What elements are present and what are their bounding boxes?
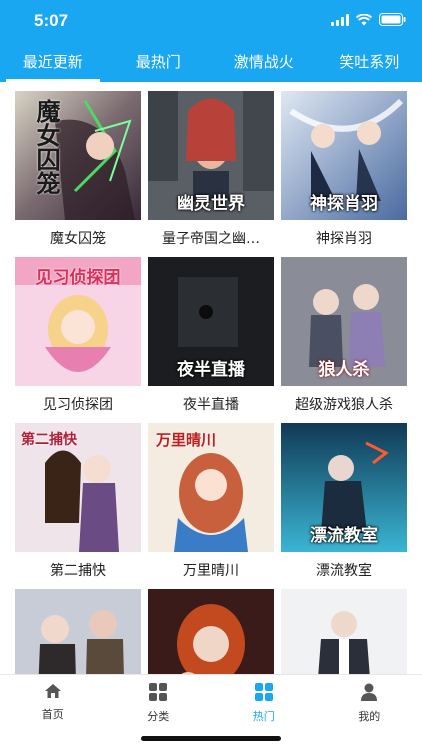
home-icon: [44, 683, 62, 699]
nav-mine[interactable]: 我的: [317, 675, 422, 751]
tab-latest[interactable]: 最近更新: [0, 44, 106, 82]
status-icons: [331, 13, 406, 26]
comic-title: 神探肖羽: [281, 228, 407, 248]
status-time: 5:07: [34, 11, 68, 31]
comic-title: 超级游戏狼人杀: [281, 394, 407, 414]
cover-text: 魔女囚笼: [29, 99, 64, 195]
cover-text: 幽灵世界: [152, 189, 270, 214]
comic-cover: [15, 589, 141, 674]
comic-cover: 幽灵世界: [148, 91, 274, 220]
cover-text: 夜半直播: [152, 355, 270, 380]
nav-home[interactable]: 首页: [0, 675, 106, 751]
comic-cover: 狼人杀: [281, 257, 407, 386]
grid-icon: [149, 683, 167, 701]
battery-icon: [379, 13, 406, 26]
nav-mine-label: 我的: [317, 708, 422, 724]
comic-card[interactable]: 第二捕快 第二捕快: [15, 423, 141, 580]
wifi-icon: [356, 14, 372, 26]
cover-text: 万里晴川: [156, 429, 216, 450]
comic-grid: 魔女囚笼 魔女囚笼 幽灵世界 量子帝国之幽… 神探肖羽 神探肖羽 见习侦探团 见…: [0, 82, 422, 674]
tab-comedy[interactable]: 笑吐系列: [317, 44, 422, 82]
cover-text: 漂流教室: [285, 521, 403, 546]
nav-hot-label: 热门: [211, 708, 317, 724]
comic-cover: 见习侦探团: [15, 257, 141, 386]
comic-card[interactable]: 幽灵世界 量子帝国之幽…: [148, 91, 274, 248]
comic-card[interactable]: 漂流教室 漂流教室: [281, 423, 407, 580]
comic-cover: [148, 589, 274, 674]
comic-card[interactable]: 夜半直播 夜半直播: [148, 257, 274, 414]
tab-hottest[interactable]: 最热门: [106, 44, 212, 82]
hot-grid-icon: [255, 683, 273, 701]
comic-title: 漂流教室: [281, 560, 407, 580]
comic-title: 第二捕快: [15, 560, 141, 580]
comic-cover: 魔女囚笼: [15, 91, 141, 220]
comic-card[interactable]: 见习侦探团 见习侦探团: [15, 257, 141, 414]
comic-card[interactable]: 神探肖羽 神探肖羽: [281, 91, 407, 248]
comic-title: 量子帝国之幽…: [148, 228, 274, 248]
comic-card[interactable]: 狼人杀 超级游戏狼人杀: [281, 257, 407, 414]
comic-cover: 第二捕快: [15, 423, 141, 552]
category-tabs: 最近更新 最热门 激情战火 笑吐系列: [0, 44, 422, 82]
comic-title: 万里晴川: [148, 560, 274, 580]
comic-cover: [281, 589, 407, 674]
comic-title: 见习侦探团: [15, 394, 141, 414]
cover-text: 狼人杀: [285, 355, 403, 380]
comic-cover: 神探肖羽: [281, 91, 407, 220]
nav-home-label: 首页: [0, 706, 106, 722]
comic-card[interactable]: [281, 589, 407, 674]
person-icon: [360, 683, 378, 701]
comic-card[interactable]: [148, 589, 274, 674]
comic-title: 夜半直播: [148, 394, 274, 414]
comic-cover: 夜半直播: [148, 257, 274, 386]
comic-cover: 万里晴川: [148, 423, 274, 552]
comic-title: 魔女囚笼: [15, 228, 141, 248]
comic-card[interactable]: 万里晴川 万里晴川: [148, 423, 274, 580]
tab-action[interactable]: 激情战火: [211, 44, 317, 82]
home-indicator: [141, 736, 281, 741]
signal-icon: [331, 14, 349, 26]
cover-text: 神探肖羽: [285, 189, 403, 214]
nav-category-label: 分类: [106, 708, 212, 724]
comic-card[interactable]: [15, 589, 141, 674]
cover-text: 见习侦探团: [19, 263, 137, 288]
comic-card[interactable]: 魔女囚笼 魔女囚笼: [15, 91, 141, 248]
top-header: 5:07 最近更新 最热门 激情战火 笑吐系列: [0, 0, 422, 82]
cover-text: 第二捕快: [21, 429, 77, 449]
comic-cover: 漂流教室: [281, 423, 407, 552]
